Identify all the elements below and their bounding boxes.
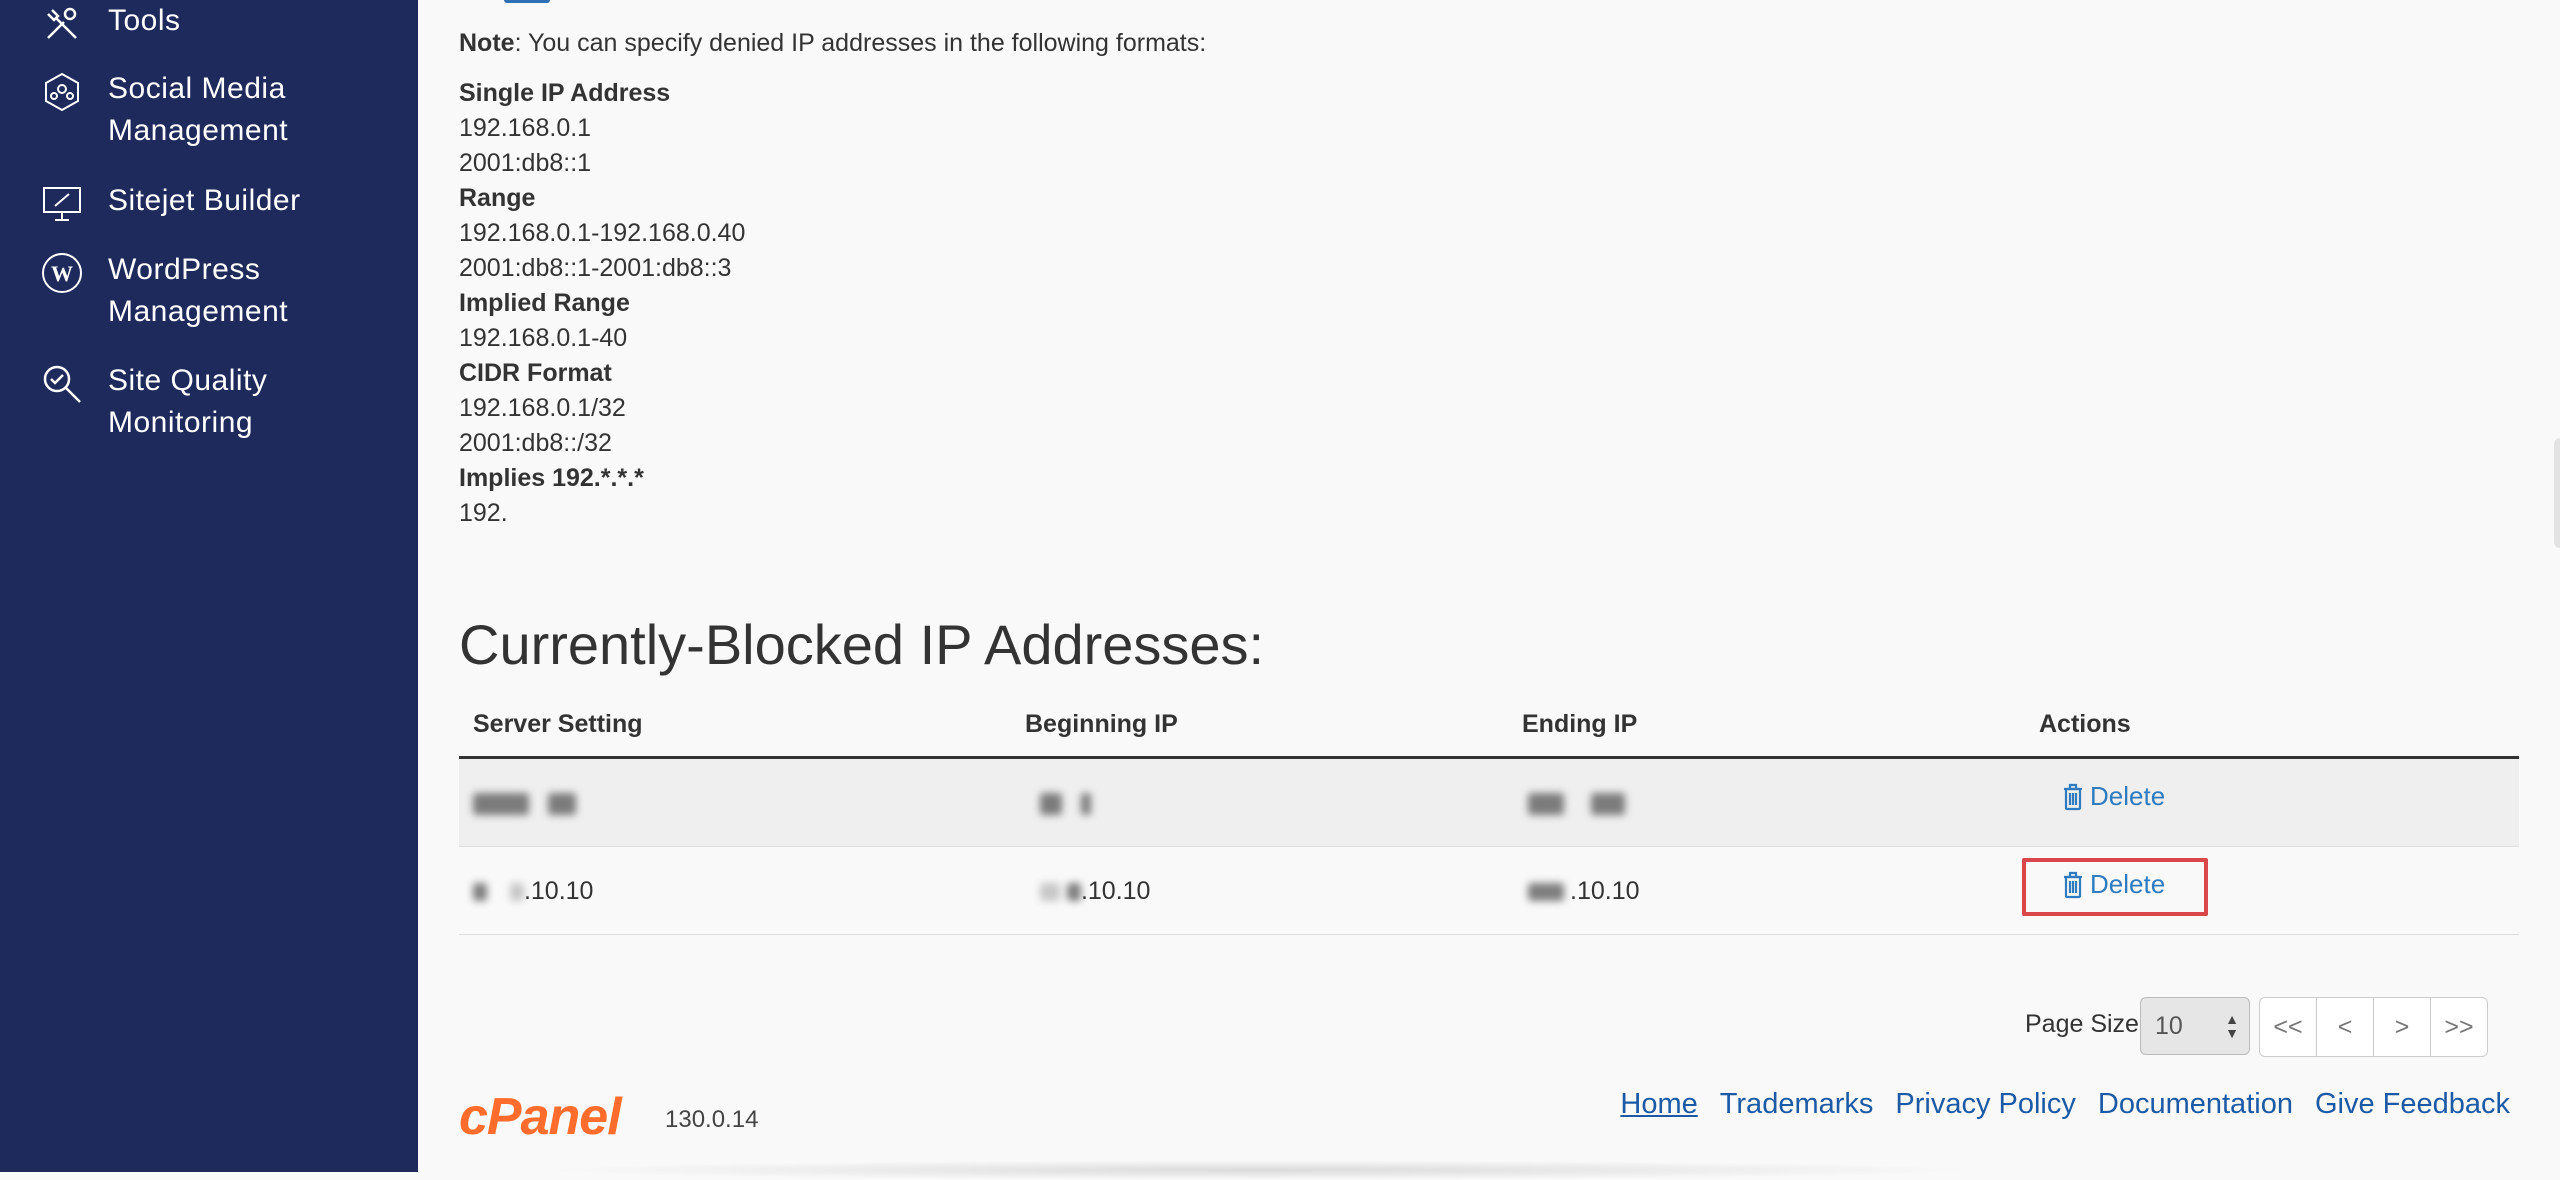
note-text: Note: You can specify denied IP addresse… (459, 26, 1206, 61)
last-page-button[interactable]: >> (2431, 998, 2487, 1056)
col-header-beginning-ip[interactable]: Beginning IP (1025, 710, 1178, 739)
format-example: 192.168.0.1/32 (459, 394, 626, 422)
sidebar-item-social-media[interactable]: Social Media Management (38, 68, 288, 152)
format-heading: Range (459, 184, 536, 212)
social-media-icon (38, 68, 86, 116)
ending-ip-value: .10.10 (1570, 877, 1640, 905)
page-size-value: 10 (2155, 1011, 2183, 1040)
sidebar-item-label: Sitejet Builder (108, 184, 301, 217)
footer-link-trademarks[interactable]: Trademarks (1720, 1088, 1874, 1121)
table-row: .10.10 .10.10 .10.10 Delete (459, 847, 2519, 935)
ip-formats-list: Single IP Address 192.168.0.1 2001:db8::… (459, 76, 745, 531)
col-header-server-setting[interactable]: Server Setting (473, 710, 643, 739)
note-label: Note (459, 29, 515, 57)
bottom-shadow (540, 1160, 1980, 1180)
redacted-text (509, 883, 524, 902)
blocked-ip-table: Server Setting Beginning IP Ending IP Ac… (459, 702, 2519, 935)
beginning-ip-cell: .10.10 (1040, 877, 1150, 906)
note-body: : You can specify denied IP addresses in… (514, 29, 1207, 57)
format-heading: Implied Range (459, 289, 630, 317)
ending-ip-cell (1528, 789, 1625, 818)
sidebar-item-label: Tools (108, 4, 181, 37)
beginning-ip-cell (1040, 789, 1091, 818)
format-example: 192.168.0.1-40 (459, 324, 628, 352)
format-heading: CIDR Format (459, 359, 612, 387)
delete-button[interactable]: Delete (2062, 781, 2165, 812)
redacted-text (1528, 793, 1564, 816)
beginning-ip-value: .10.10 (1080, 877, 1151, 905)
prev-page-button[interactable]: < (2317, 998, 2374, 1056)
format-example: 192. (459, 499, 508, 527)
sidebar-item-wordpress[interactable]: W WordPress Management (38, 249, 288, 333)
section-title: Currently-Blocked IP Addresses: (459, 613, 1265, 676)
redacted-text (547, 793, 576, 816)
redacted-text (1080, 793, 1091, 816)
trash-icon (2064, 783, 2082, 810)
footer-link-privacy-policy[interactable]: Privacy Policy (1895, 1088, 2076, 1121)
sidebar-item-tools[interactable]: Tools (38, 0, 181, 48)
submit-button-edge[interactable] (504, 0, 550, 3)
redacted-text (473, 883, 487, 902)
redacted-text (1040, 793, 1062, 816)
footer-link-give-feedback[interactable]: Give Feedback (2315, 1088, 2510, 1121)
pagination-controls: << < > >> (2259, 997, 2488, 1057)
server-setting-value: .10.10 (523, 877, 594, 905)
redacted-text (1066, 883, 1081, 902)
format-heading: Single IP Address (459, 79, 671, 107)
next-page-button[interactable]: > (2374, 998, 2431, 1056)
col-header-ending-ip[interactable]: Ending IP (1522, 710, 1637, 739)
sidebar-item-label: WordPress Management (108, 253, 289, 328)
site-quality-icon (38, 360, 86, 408)
col-header-actions: Actions (2039, 710, 2131, 738)
redacted-text (1590, 793, 1625, 816)
format-example: 2001:db8::/32 (459, 429, 612, 457)
svg-text:W: W (51, 261, 73, 286)
page-size-select[interactable]: 10 ▲ ▼ (2140, 997, 2250, 1055)
table-header: Server Setting Beginning IP Ending IP Ac… (459, 702, 2519, 759)
format-example: 192.168.0.1 (459, 114, 592, 142)
version-text: 130.0.14 (665, 1106, 759, 1133)
footer-links: Home Trademarks Privacy Policy Documenta… (1598, 1088, 2510, 1121)
footer-link-documentation[interactable]: Documentation (2098, 1088, 2293, 1121)
tools-icon (38, 0, 86, 48)
select-arrows-icon: ▲ ▼ (2225, 1011, 2239, 1041)
redacted-text (1528, 883, 1564, 902)
sidebar-item-label: Site Quality Monitoring (108, 364, 268, 439)
delete-highlight-box (2022, 858, 2208, 916)
cpanel-logo[interactable]: cPanel (459, 1087, 622, 1147)
sidebar-item-site-quality[interactable]: Site Quality Monitoring (38, 360, 267, 444)
format-example: 192.168.0.1-192.168.0.40 (459, 219, 746, 247)
delete-label: Delete (2090, 781, 2166, 811)
wordpress-icon: W (38, 249, 86, 297)
table-row: Delete (459, 759, 2519, 847)
footer-link-home[interactable]: Home (1620, 1088, 1697, 1121)
sidebar: Tools Social Media Management Sitejet Bu… (0, 0, 418, 1172)
sidebar-item-sitejet[interactable]: Sitejet Builder (38, 180, 301, 228)
page-size-label: Page Size (2025, 1010, 2139, 1038)
format-example: 2001:db8::1 (459, 149, 592, 177)
sitejet-icon (38, 180, 86, 228)
format-example: 2001:db8::1-2001:db8::3 (459, 254, 732, 282)
right-edge-tab[interactable] (2554, 438, 2560, 548)
sidebar-item-label: Social Media Management (108, 72, 289, 147)
redacted-text (1040, 883, 1060, 902)
server-setting-cell (473, 789, 576, 818)
format-heading: Implies 192.*.*.* (459, 464, 644, 492)
first-page-button[interactable]: << (2260, 998, 2317, 1056)
redacted-text (473, 793, 529, 816)
ending-ip-cell: .10.10 (1528, 877, 1640, 906)
server-setting-cell: .10.10 (473, 877, 593, 906)
